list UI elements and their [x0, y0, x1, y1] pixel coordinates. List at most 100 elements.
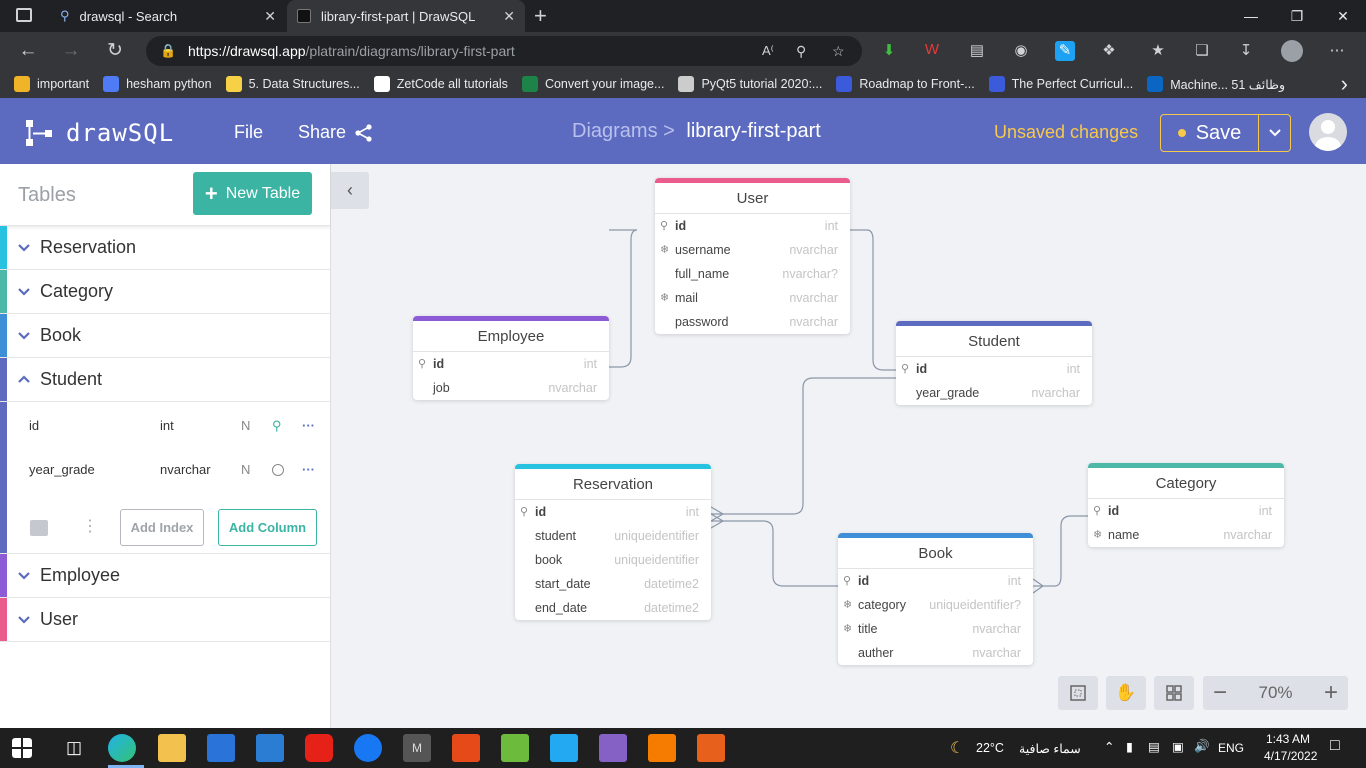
bookmark-item[interactable]: Roadmap to Front-...	[836, 76, 975, 92]
store-icon[interactable]	[207, 734, 235, 762]
diagram-canvas[interactable]: ‹ User ⚲ id int ❄ username nvarchar full_name nv…	[331, 164, 1366, 728]
file-menu[interactable]: File	[234, 122, 263, 143]
bookmark-item[interactable]: Convert your image...	[521, 76, 664, 92]
table-column-row[interactable]: ❄ mail nvarchar	[655, 286, 850, 310]
share-menu[interactable]: Share	[298, 122, 374, 143]
primary-key-icon[interactable]: ⚲	[272, 418, 282, 434]
close-window-icon[interactable]: ✕	[1320, 0, 1366, 32]
visual-studio-icon[interactable]	[599, 734, 627, 762]
pan-tool-button[interactable]: ✋	[1106, 676, 1146, 710]
table-column-row[interactable]: start_date datetime2	[515, 572, 711, 596]
edge-taskbar-icon[interactable]	[108, 734, 136, 762]
favorites-icon[interactable]: ★	[1148, 41, 1168, 61]
table-column-row[interactable]: ⚲ id int	[655, 214, 850, 238]
address-bar[interactable]: 🔒 https://drawsql.app/platrain/diagrams/…	[146, 36, 862, 66]
table-column-row[interactable]: ❄ name nvarchar	[1088, 523, 1284, 547]
table-column-row[interactable]: student uniqueidentifier	[515, 524, 711, 548]
column-more-icon[interactable]: ···	[302, 462, 315, 477]
column-more-icon[interactable]: ···	[302, 418, 315, 433]
youtube-icon[interactable]	[305, 734, 333, 762]
zoom-in-button[interactable]: +	[1324, 679, 1338, 707]
table-title[interactable]: Reservation	[515, 469, 711, 500]
sidebar-item-book[interactable]: Book	[0, 314, 330, 358]
table-column-row[interactable]: ⚲ id int	[413, 352, 609, 376]
add-favorite-icon[interactable]: ☆	[832, 36, 845, 66]
file-explorer-icon[interactable]	[158, 734, 186, 762]
clock-date[interactable]: 4/17/2022	[1264, 749, 1317, 763]
weather-text[interactable]: سماء صافية	[1019, 741, 1081, 756]
save-button[interactable]: Save	[1161, 115, 1259, 151]
extension-eyes-icon[interactable]: ◉	[1011, 41, 1031, 61]
table-column-row[interactable]: end_date datetime2	[515, 596, 711, 620]
new-table-button[interactable]: + New Table	[193, 172, 312, 215]
extensions-icon[interactable]: ❖	[1099, 41, 1119, 61]
bookmarks-more-icon[interactable]: ›	[1341, 71, 1348, 97]
reader-icon[interactable]: ▤	[967, 41, 987, 61]
mail-icon[interactable]	[256, 734, 284, 762]
task-view-icon[interactable]: ◫	[60, 734, 88, 762]
nullable-toggle[interactable]: N	[241, 462, 250, 477]
app-m-icon[interactable]: M	[403, 734, 431, 762]
column-type[interactable]: int	[160, 418, 174, 433]
table-column-row[interactable]: password nvarchar	[655, 310, 850, 334]
sidebar-item-user[interactable]: User	[0, 598, 330, 642]
facebook-icon[interactable]	[354, 734, 382, 762]
table-column-row[interactable]: ❄ title nvarchar	[838, 617, 1033, 641]
unique-toggle-icon[interactable]	[272, 464, 284, 476]
minimize-icon[interactable]: —	[1228, 0, 1274, 32]
table-column-row[interactable]: ❄ username nvarchar	[655, 238, 850, 262]
restore-icon[interactable]: ❐	[1274, 0, 1320, 32]
lock-icon[interactable]: 🔒	[160, 36, 176, 66]
table-settings-icon[interactable]	[30, 520, 48, 536]
office-icon[interactable]	[452, 734, 480, 762]
add-index-button[interactable]: Add Index	[120, 509, 204, 546]
back-icon[interactable]: ←	[15, 38, 41, 64]
table-column-row[interactable]: year_grade nvarchar	[896, 381, 1092, 405]
display-icon[interactable]: ▣	[1172, 739, 1184, 754]
table-employee[interactable]: Employee ⚲ id int job nvarchar	[413, 316, 609, 400]
zoom-out-button[interactable]: −	[1213, 679, 1227, 707]
volume-icon[interactable]: 🔊	[1194, 739, 1210, 754]
download-manager-icon[interactable]: ⬇	[879, 41, 899, 61]
bookmark-item[interactable]: The Perfect Curricul...	[988, 76, 1133, 92]
table-title[interactable]: User	[655, 183, 850, 214]
column-name[interactable]: id	[29, 418, 39, 433]
battery-icon[interactable]: ▮	[1126, 739, 1133, 754]
table-book[interactable]: Book ⚲ id int ❄ category uniqueidentifier? ❄ tit…	[838, 533, 1033, 665]
nullable-toggle[interactable]: N	[241, 418, 250, 433]
sidebar-item-reservation[interactable]: Reservation	[0, 226, 330, 270]
grid-toggle-button[interactable]	[1154, 676, 1194, 710]
drawsql-logo[interactable]: drawSQL	[24, 118, 174, 148]
vertical-dots-icon[interactable]: ⋮	[82, 516, 98, 536]
fit-view-button[interactable]	[1058, 676, 1098, 710]
bookmark-item[interactable]: 5. Data Structures...	[225, 76, 360, 92]
add-column-button[interactable]: Add Column	[218, 509, 317, 546]
table-column-row[interactable]: book uniqueidentifier	[515, 548, 711, 572]
bookmark-item[interactable]: Machine... وظائف 51	[1147, 76, 1285, 92]
sidebar-item-category[interactable]: Category	[0, 270, 330, 314]
table-column-row[interactable]: ⚲ id int	[1088, 499, 1284, 523]
new-tab-button[interactable]: +	[534, 3, 547, 29]
close-tab-icon[interactable]: ✕	[503, 8, 515, 25]
close-tab-icon[interactable]: ✕	[264, 8, 276, 25]
table-column-row[interactable]: ❄ category uniqueidentifier?	[838, 593, 1033, 617]
table-column-row[interactable]: ⚲ id int	[515, 500, 711, 524]
column-row[interactable]: year_grade nvarchar N ···	[0, 458, 330, 482]
tab-library-first-part[interactable]: library-first-part | DrawSQL ✕	[287, 0, 525, 32]
bookmark-item[interactable]: important	[14, 76, 89, 92]
read-aloud-icon[interactable]: A⁽	[762, 36, 774, 66]
table-column-row[interactable]: ⚲ id int	[896, 357, 1092, 381]
windows-start-icon[interactable]	[12, 738, 32, 758]
network-icon[interactable]: ▤	[1148, 739, 1160, 754]
more-menu-icon[interactable]: ⋯	[1327, 41, 1347, 61]
column-type[interactable]: nvarchar	[160, 462, 211, 477]
profile-icon[interactable]	[1281, 40, 1303, 62]
column-name[interactable]: year_grade	[29, 462, 95, 477]
sidebar-item-student[interactable]: Student	[0, 358, 330, 402]
bookmark-item[interactable]: PyQt5 tutorial 2020:...	[678, 76, 822, 92]
weather-temp[interactable]: 22°C	[976, 741, 1004, 755]
tab-actions-icon[interactable]	[16, 8, 32, 22]
vlc-icon[interactable]	[648, 734, 676, 762]
table-column-row[interactable]: full_name nvarchar?	[655, 262, 850, 286]
column-row[interactable]: id int N ⚲ ···	[0, 414, 330, 438]
